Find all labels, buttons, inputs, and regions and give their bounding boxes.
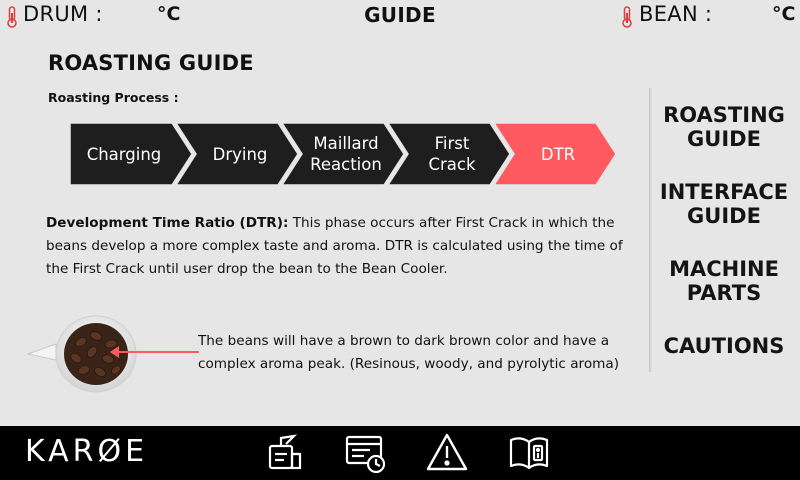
process-step-label: First Crack bbox=[428, 134, 476, 174]
process-step-first-crack: First Crack bbox=[388, 123, 510, 185]
pointer-line bbox=[117, 351, 199, 353]
brand-logo: KARØE bbox=[25, 434, 149, 469]
nav-interface-guide[interactable]: INTERFACE GUIDE bbox=[654, 180, 794, 228]
thermometer-icon bbox=[622, 6, 632, 28]
nav-cautions[interactable]: CAUTIONS bbox=[654, 334, 794, 358]
process-step-label: Maillard Reaction bbox=[310, 134, 382, 174]
dtr-heading: Development Time Ratio (DTR): bbox=[46, 215, 289, 231]
bean-temp-label: BEAN : bbox=[639, 2, 713, 26]
process-step-charging: Charging bbox=[70, 123, 192, 185]
process-step-label: DTR bbox=[540, 144, 576, 164]
pointer-arrowhead bbox=[110, 346, 119, 358]
bean-color-description: The beans will have a brown to dark brow… bbox=[198, 333, 620, 372]
roasting-process-heading: Roasting Process : bbox=[48, 90, 179, 105]
nav-divider bbox=[649, 88, 653, 372]
coffee-bean-cup-image bbox=[26, 315, 137, 393]
process-step-drying: Drying bbox=[176, 123, 298, 185]
page-title: ROASTING GUIDE bbox=[48, 51, 254, 75]
roasting-process-steps: Charging Drying Maillard Reaction First Cra… bbox=[70, 123, 630, 185]
process-step-dtr: DTR bbox=[494, 123, 616, 185]
process-step-label: Drying bbox=[212, 144, 268, 164]
profile-list-icon[interactable] bbox=[344, 432, 388, 474]
bottom-bar: KARØE bbox=[0, 426, 800, 480]
nav-roasting-guide[interactable]: ROASTING GUIDE bbox=[654, 103, 794, 151]
manual-book-icon[interactable] bbox=[507, 432, 551, 474]
process-step-maillard-reaction: Maillard Reaction bbox=[282, 123, 404, 185]
top-status-bar: DRUM : °C GUIDE BEAN : °C bbox=[0, 0, 800, 34]
warning-icon[interactable] bbox=[425, 432, 469, 474]
process-step-label: Charging bbox=[86, 144, 162, 164]
roaster-icon[interactable] bbox=[264, 432, 308, 474]
nav-machine-parts[interactable]: MACHINE PARTS bbox=[654, 257, 794, 305]
bean-temp-unit: °C bbox=[772, 3, 796, 25]
dtr-description: Development Time Ratio (DTR): This phase… bbox=[46, 212, 646, 281]
